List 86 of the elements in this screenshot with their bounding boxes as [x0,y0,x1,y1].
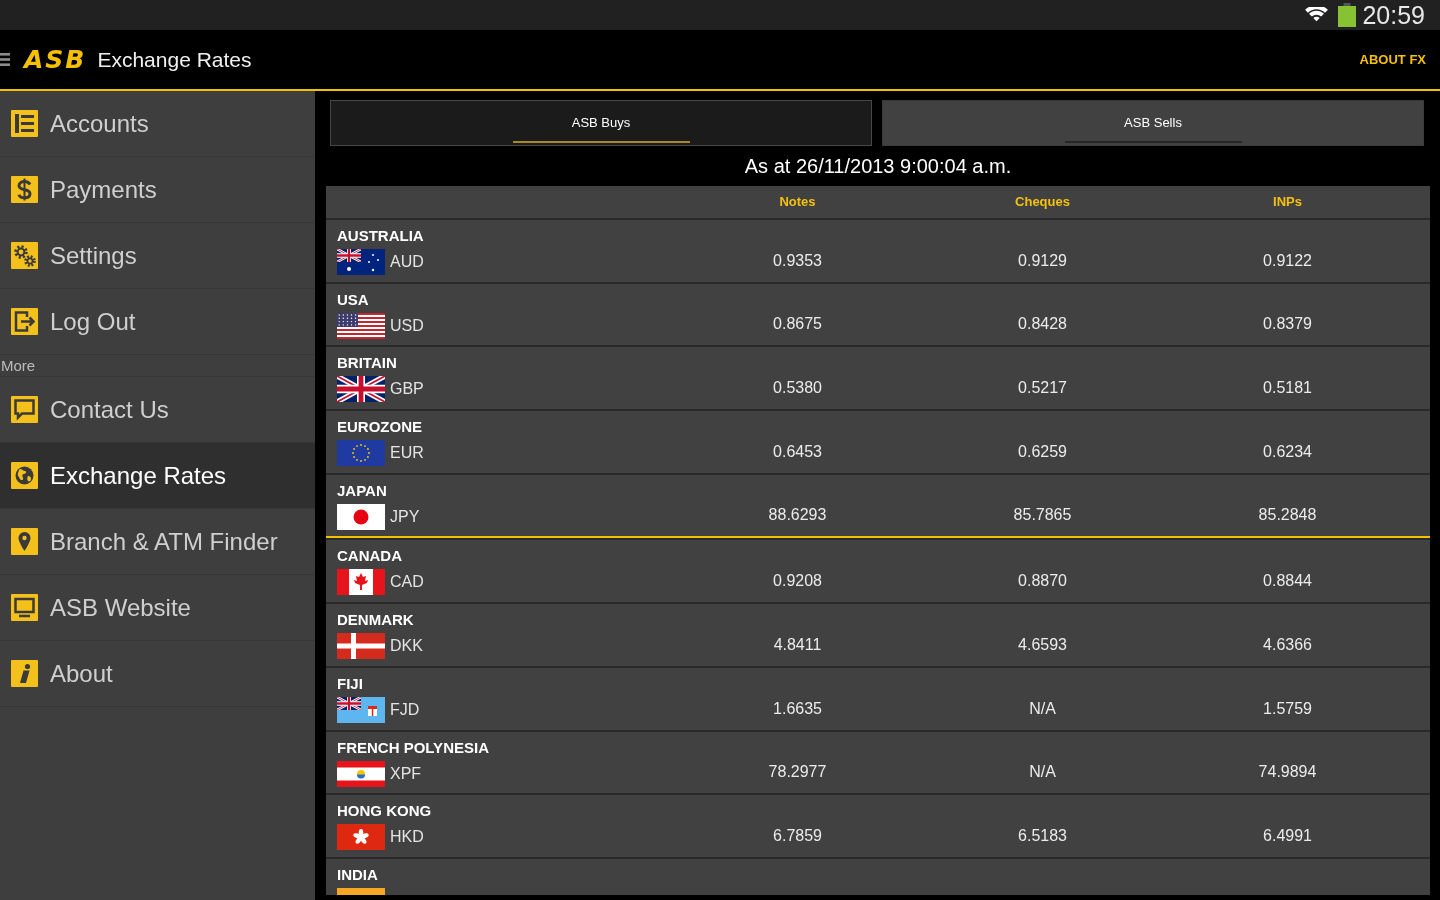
rate-value: 0.8379 [1263,314,1312,335]
rate-value: 0.5380 [773,378,822,399]
flag-icon [337,376,385,403]
currency-code: XPF [390,763,422,784]
flag-icon [337,887,385,895]
country-name: HONG KONG [337,802,432,821]
column-header: INPs [1273,194,1302,210]
currency-code: CAD [390,572,424,593]
flag-icon [337,503,385,530]
rate-value: 0.9129 [1018,250,1067,271]
country-name: USA [337,290,369,309]
country-name: INDIA [337,865,378,884]
rate-value: 4.6366 [1263,634,1312,655]
gears-icon [11,242,38,269]
flag-icon [337,440,385,467]
rate-value: 78.2977 [768,762,827,783]
country-name: FIJI [337,674,363,693]
rate-value: 85.2848 [1258,505,1317,526]
rate-value: 0.5181 [1263,378,1312,399]
clock-time: 20:59 [1362,0,1425,30]
rate-value: 0.9353 [773,250,822,271]
speech-bubble-icon [11,396,38,423]
currency-code: JPY [390,506,420,527]
flag-icon [337,569,385,596]
country-name: BRITAIN [337,354,397,373]
rate-value: 0.6234 [1263,441,1312,462]
currency-code: AUD [390,252,424,272]
currency-code: GBP [390,379,424,400]
flag-icon [337,696,385,723]
currency-code: USD [390,315,424,336]
rate-value: 0.6453 [773,441,822,462]
rate-value: 0.5217 [1018,378,1067,399]
country-name: CANADA [337,547,402,566]
timestamp-text: As at 26/11/2013 9:00:04 a.m. [744,154,1012,178]
column-header: Notes [779,194,816,210]
country-name: EUROZONE [337,418,422,437]
rate-value: 6.7859 [773,825,822,846]
rate-value: 0.6259 [1018,441,1067,462]
rate-value: 0.9208 [773,571,822,592]
logout-icon [11,308,38,335]
rate-value: 0.8844 [1263,571,1312,592]
list-icon [11,110,38,137]
rate-value: 0.8675 [773,314,822,335]
currency-code: EUR [390,443,424,464]
rate-value: 74.9894 [1258,762,1317,783]
rate-value: N/A [1029,698,1056,719]
screen-title: Exchange Rates [97,46,252,73]
rate-value: 1.5759 [1263,698,1312,719]
rate-value: 6.5183 [1018,825,1067,846]
rate-value: 0.8870 [1018,571,1067,592]
dollar-icon [11,176,38,203]
info-icon [11,660,38,687]
tab[interactable]: ASB Sells [882,100,1424,146]
country-name: FRENCH POLYNESIA [337,738,489,757]
column-header: Cheques [1015,194,1070,210]
country-name: DENMARK [337,611,414,630]
rate-value: 85.7865 [1013,505,1072,526]
flag-icon [337,824,385,851]
country-name: AUSTRALIA [337,227,424,245]
country-name: JAPAN [337,481,387,500]
rate-value: 4.8411 [773,634,822,655]
rate-value: 6.4991 [1263,825,1312,846]
globe-icon [11,462,38,489]
currency-code: FJD [390,699,420,720]
rate-value: 0.8428 [1018,314,1067,335]
rate-value: 1.6635 [773,698,822,719]
currency-code: DKK [390,636,423,657]
rate-value: 4.6593 [1018,634,1067,655]
nav-item[interactable]: Exchange Rates [0,443,315,509]
wifi-icon [1305,6,1329,24]
tab[interactable]: ASB Buys [330,100,872,146]
map-pin-icon [11,528,38,555]
about-fx-button[interactable]: ABOUT FX [1359,52,1426,67]
section-heading: More [1,356,36,375]
menu-icon[interactable] [0,53,10,66]
battery-icon [1338,3,1357,27]
flag-icon [337,633,385,660]
rate-value: 88.6293 [768,505,827,526]
rate-value: 0.9122 [1263,250,1312,271]
currency-code: HKD [390,827,424,848]
logo: ASB [24,45,87,74]
monitor-icon [11,594,38,621]
rate-value: N/A [1029,762,1056,783]
flag-icon [337,760,385,787]
flag-icon [337,312,385,339]
flag-icon [337,249,385,275]
